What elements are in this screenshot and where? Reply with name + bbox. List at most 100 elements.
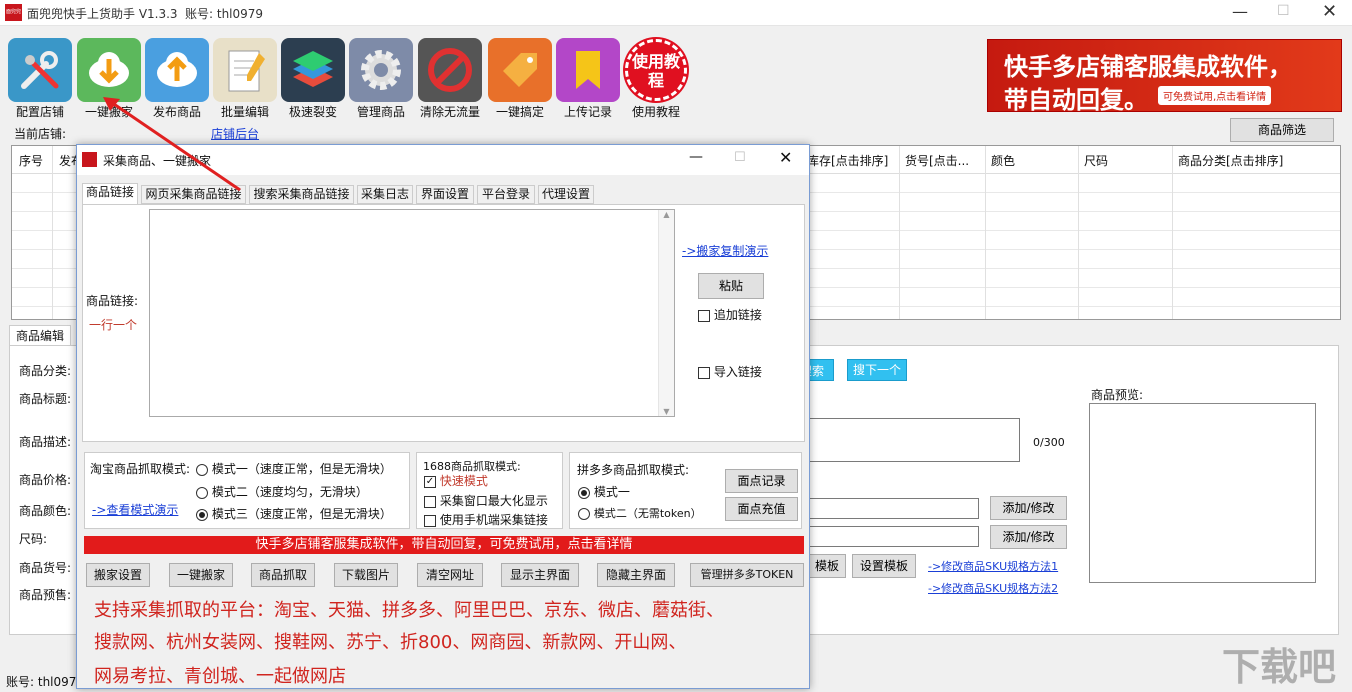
toolbar-label-config[interactable]: 配置店铺 (5, 103, 75, 120)
sku-method-link-2[interactable]: ->修改商品SKU规格方法2 (928, 580, 1058, 596)
column-header-size[interactable]: 尺码 (1084, 152, 1108, 169)
maximize-icon[interactable]: ☐ (1277, 3, 1290, 19)
mode-demo-link[interactable]: ->查看模式演示 (92, 501, 178, 518)
forbidden-icon[interactable] (418, 38, 482, 102)
tab-ui-settings[interactable]: 界面设置 (416, 185, 474, 204)
column-header-color[interactable]: 颜色 (991, 152, 1015, 169)
bookmark-icon[interactable] (556, 38, 620, 102)
field-label-presale: 商品预售: (19, 588, 72, 602)
points-recharge-button[interactable]: 面点充值 (725, 497, 798, 521)
tab-proxy-settings[interactable]: 代理设置 (538, 185, 594, 204)
links-textarea[interactable]: ▲ ▼ (149, 209, 675, 417)
tag-icon[interactable] (488, 38, 552, 102)
column-divider (899, 146, 900, 319)
points-record-button[interactable]: 面点记录 (725, 469, 798, 493)
download-cloud-icon[interactable] (77, 38, 141, 102)
tab-platform-login[interactable]: 平台登录 (477, 185, 535, 204)
preview-label: 商品预览: (1091, 388, 1144, 402)
textarea-scrollbar[interactable]: ▲ ▼ (658, 210, 674, 416)
migrate-settings-button[interactable]: 搬家设置 (86, 563, 150, 587)
field-label-description: 商品描述: (19, 435, 72, 449)
ad-banner[interactable]: 快手多店铺客服集成软件， 带自动回复。 可免费试用,点击看详情 (987, 39, 1342, 114)
column-header-stock[interactable]: 库存[点击排序] (807, 152, 888, 169)
link-hint: 一行一个 (89, 318, 138, 332)
edit-tab[interactable]: 商品编辑 (9, 325, 71, 346)
migrate-demo-link[interactable]: ->搬家复制演示 (682, 242, 768, 259)
taobao-mode-3-radio[interactable]: 模式三（速度正常，但是无滑块） (196, 505, 392, 522)
taobao-mode-1-radio[interactable]: 模式一（速度正常，但是无滑块） (196, 460, 392, 477)
color-add-edit-button[interactable]: 添加/修改 (990, 496, 1067, 520)
layers-icon[interactable] (281, 38, 345, 102)
column-header-sku[interactable]: 货号[点击... (905, 152, 969, 169)
paste-button[interactable]: 粘贴 (698, 273, 764, 299)
gear-icon[interactable] (349, 38, 413, 102)
app-title: 面兜兜快手上货助手 V1.3.3 (27, 7, 178, 21)
column-header-index[interactable]: 序号 (19, 152, 43, 169)
sku-method-link-1[interactable]: ->修改商品SKU规格方法1 (928, 558, 1058, 574)
field-label-size: 尺码: (19, 532, 48, 546)
description-input[interactable] (808, 418, 1020, 462)
dialog-minimize-icon[interactable]: — (689, 149, 703, 165)
annotation-arrow (103, 97, 241, 192)
tab-collect-log[interactable]: 采集日志 (357, 185, 413, 204)
column-divider (1078, 146, 1079, 319)
current-store-label: 当前店铺: (14, 127, 67, 141)
toolbar-label-tutorial[interactable]: 使用教程 (621, 103, 691, 120)
column-header-category[interactable]: 商品分类[点击排序] (1178, 152, 1283, 169)
size-input[interactable] (808, 526, 979, 547)
taobao-mode-2-radio[interactable]: 模式二（速度均匀，无滑块） (196, 483, 368, 500)
notepad-icon[interactable] (213, 38, 277, 102)
column-divider (1172, 146, 1173, 319)
upload-cloud-icon[interactable] (145, 38, 209, 102)
hide-main-button[interactable]: 隐藏主界面 (597, 563, 675, 587)
toolbar-label-manage[interactable]: 管理商品 (346, 103, 416, 120)
toolbar-label-clear[interactable]: 清除无流量 (415, 103, 485, 120)
ad-banner-line2: 带自动回复。 (1004, 86, 1148, 114)
download-images-button[interactable]: 下载图片 (334, 563, 398, 587)
column-divider (985, 146, 986, 319)
title-bar: 面兜兜 面兜兜快手上货助手 V1.3.3 账号: thl0979 — ☐ ✕ (0, 0, 1352, 26)
size-add-edit-button[interactable]: 添加/修改 (990, 525, 1067, 549)
product-filter-button[interactable]: 商品筛选 (1230, 118, 1334, 142)
taobao-mode-title: 淘宝商品抓取模式: (90, 462, 191, 476)
set-template-button[interactable]: 设置模板 (852, 554, 916, 578)
one-click-migrate-button[interactable]: 一键搬家 (169, 563, 233, 587)
maximize-window-checkbox[interactable]: 采集窗口最大化显示 (424, 492, 548, 509)
fast-mode-checkbox[interactable]: ✓ 快速模式 (424, 472, 488, 489)
pdd-mode-title: 拼多多商品抓取模式: (577, 463, 690, 477)
tutorial-badge-icon[interactable]: 使用教程 (624, 38, 688, 102)
dialog-maximize-icon[interactable]: ☐ (734, 150, 746, 165)
toolbar-label-oneclick[interactable]: 一键搞定 (485, 103, 555, 120)
tools-icon[interactable] (8, 38, 72, 102)
mobile-links-checkbox[interactable]: 使用手机端采集链接 (424, 511, 548, 528)
manage-pdd-token-button[interactable]: 管理拼多多TOKEN (690, 563, 804, 587)
toolbar-label-upload-log[interactable]: 上传记录 (553, 103, 623, 120)
template-button[interactable]: 模板 (808, 554, 846, 578)
search-next-button[interactable]: 搜下一个 (847, 359, 907, 381)
tab-search-collect[interactable]: 搜索采集商品链接 (249, 185, 354, 204)
pdd-mode-2-radio[interactable]: 模式二（无需token） (578, 505, 702, 521)
product-fetch-button[interactable]: 商品抓取 (251, 563, 315, 587)
clear-urls-button[interactable]: 清空网址 (417, 563, 483, 587)
column-divider (52, 146, 53, 319)
import-links-checkbox[interactable]: 导入链接 (698, 363, 762, 380)
supported-platforms-line-1: 支持采集抓取的平台：淘宝、天猫、拼多多、阿里巴巴、京东、微店、蘑菇街、 (94, 600, 724, 621)
pdd-mode-1-radio[interactable]: 模式一 (578, 483, 630, 500)
promo-red-banner[interactable]: 快手多店铺客服集成软件，带自动回复，可免费试用，点击看详情 (84, 536, 804, 554)
supported-platforms-line-2: 搜款网、杭州女装网、搜鞋网、苏宁、折800、网商园、新款网、开山网、 (94, 632, 687, 653)
toolbar-label-fission[interactable]: 极速裂变 (278, 103, 348, 120)
minimize-icon[interactable]: — (1232, 2, 1248, 21)
show-main-button[interactable]: 显示主界面 (501, 563, 579, 587)
color-input[interactable] (808, 498, 979, 519)
field-label-price: 商品价格: (19, 473, 72, 487)
field-label-category: 商品分类: (19, 364, 72, 378)
dialog-close-icon[interactable]: ✕ (779, 148, 792, 167)
ad-banner-line1: 快手多店铺客服集成软件， (1004, 53, 1292, 81)
field-label-sku: 商品货号: (19, 561, 72, 575)
field-label-color: 商品颜色: (19, 504, 72, 518)
append-links-checkbox[interactable]: 追加链接 (698, 306, 762, 323)
status-account: 账号: thl0979 (6, 675, 85, 689)
close-icon[interactable]: ✕ (1322, 1, 1337, 22)
watermark-logo: 下载吧 (1222, 645, 1337, 689)
app-logo: 面兜兜 (5, 4, 22, 21)
